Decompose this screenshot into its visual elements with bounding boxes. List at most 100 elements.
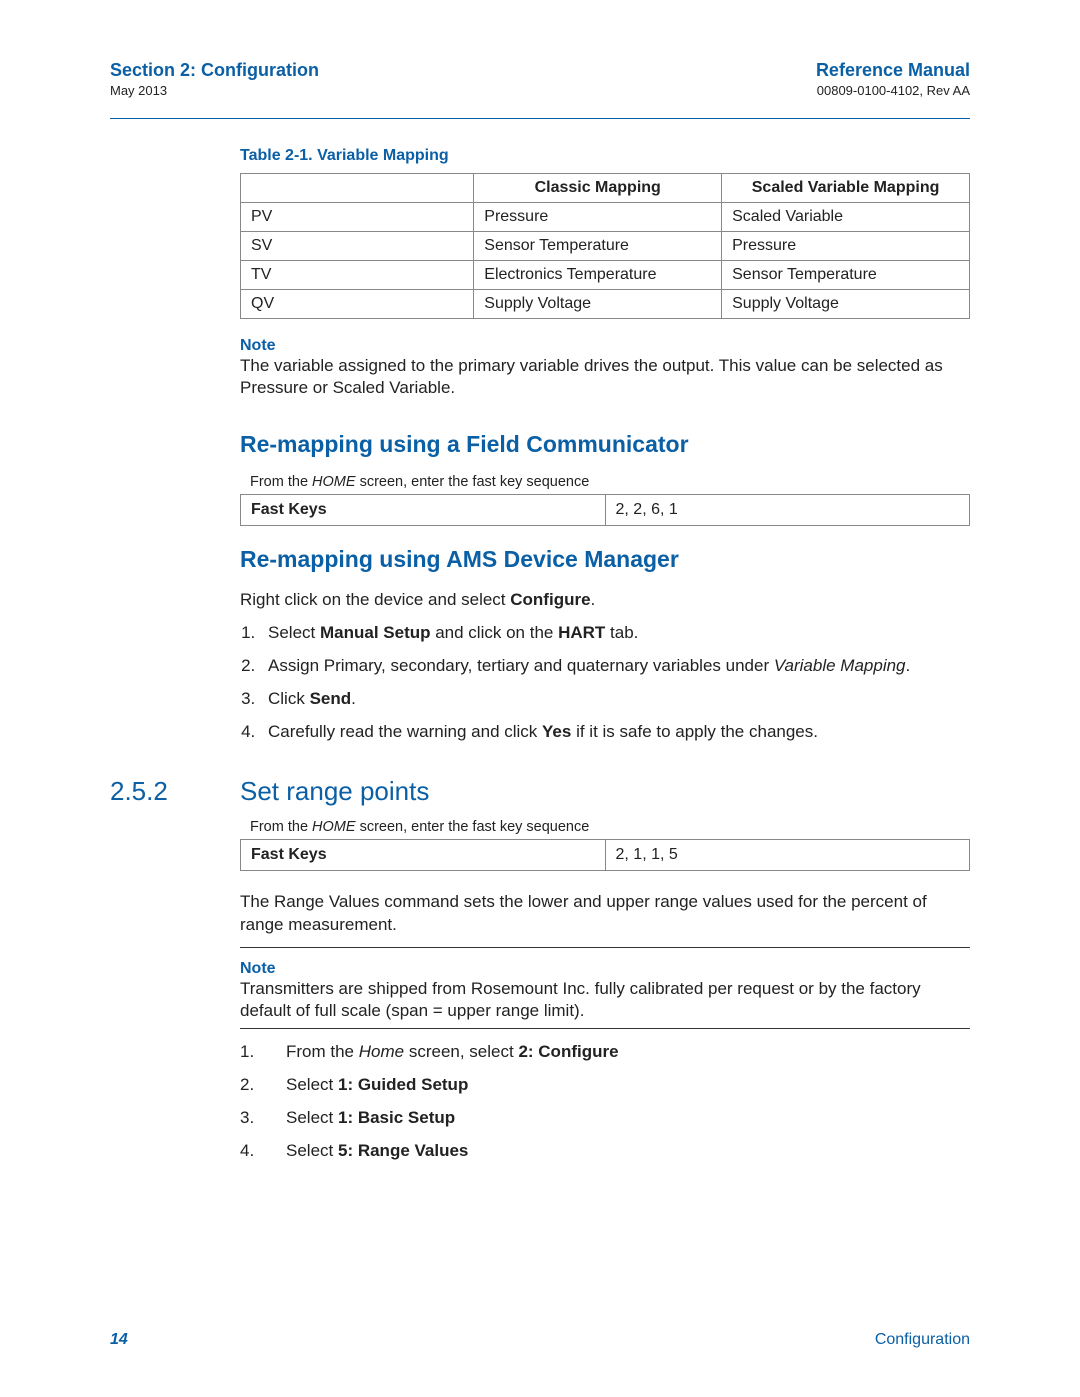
list-item: Select 1: Guided Setup [240,1074,970,1097]
page-header: Section 2: Configuration May 2013 Refere… [110,60,970,98]
text: Assign Primary, secondary, tertiary and … [268,656,774,675]
table-caption: Table 2-1. Variable Mapping [240,147,970,165]
note-bottom-rule [240,1028,970,1029]
note-text: The variable assigned to the primary var… [240,355,970,399]
bold: Send [310,689,352,708]
table-row: QV Supply Voltage Supply Voltage [241,290,970,319]
table-row: SV Sensor Temperature Pressure [241,232,970,261]
header-right: Reference Manual 00809-0100-4102, Rev AA [816,60,970,98]
bold: 1: Basic Setup [338,1108,455,1127]
bold: 5: Range Values [338,1141,468,1160]
page-footer: 14 Configuration [110,1331,970,1349]
text: and click on the [431,623,559,642]
note-label: Note [240,337,970,355]
col-header-blank [241,174,474,203]
home-italic: HOME [312,474,356,490]
text: screen, enter the fast key sequence [356,474,590,490]
text: . [591,590,596,609]
table-row: Fast Keys 2, 2, 6, 1 [241,495,970,526]
text: . [351,689,356,708]
text: tab. [605,623,638,642]
list-item: Select Manual Setup and click on the HAR… [260,622,970,645]
section-2-5-2-heading: 2.5.2 Set range points [110,776,970,807]
text: screen, select [404,1042,518,1061]
ams-steps: Select Manual Setup and click on the HAR… [240,622,970,744]
table-row: Fast Keys 2, 1, 1, 5 [241,839,970,870]
fastkeys-label: Fast Keys [241,839,606,870]
note-label-2: Note [240,960,970,978]
document-number: 00809-0100-4102, Rev AA [816,83,970,98]
cell: Pressure [474,203,722,232]
cell: SV [241,232,474,261]
cell: Sensor Temperature [474,232,722,261]
fastkeys-label: Fast Keys [241,495,606,526]
document-date: May 2013 [110,83,319,98]
bold: 1: Guided Setup [338,1075,468,1094]
text: Select [268,623,320,642]
list-item: Select 5: Range Values [240,1140,970,1163]
content-column-2: From the HOME screen, enter the fast key… [240,819,970,1163]
fastkeys-table-1: Fast Keys 2, 2, 6, 1 [240,494,970,526]
note-top-rule [240,947,970,948]
fastkeys-seq: 2, 2, 6, 1 [605,495,970,526]
italic: Home [359,1042,404,1061]
text: Click [268,689,310,708]
cell: Supply Voltage [474,290,722,319]
list-item: Click Send. [260,688,970,711]
list-item: From the Home screen, select 2: Configur… [240,1041,970,1064]
text: Carefully read the warning and click [268,722,542,741]
range-text: The Range Values command sets the lower … [240,891,970,937]
list-item: Carefully read the warning and click Yes… [260,721,970,744]
text: Select [286,1141,338,1160]
content-column: Table 2-1. Variable Mapping Classic Mapp… [240,147,970,744]
range-steps: From the Home screen, select 2: Configur… [240,1041,970,1163]
text: screen, enter the fast key sequence [356,819,590,835]
ams-intro: Right click on the device and select Con… [240,589,970,612]
list-item: Assign Primary, secondary, tertiary and … [260,655,970,678]
table-header-row: Classic Mapping Scaled Variable Mapping [241,174,970,203]
subhead-field-communicator: Re-mapping using a Field Communicator [240,431,970,458]
cell: Scaled Variable [722,203,970,232]
text: if it is safe to apply the changes. [571,722,818,741]
note-text-2: Transmitters are shipped from Rosemount … [240,978,970,1022]
list-item: Select 1: Basic Setup [240,1107,970,1130]
section-number: 2.5.2 [110,776,240,807]
section-label: Section 2: Configuration [110,60,319,81]
bold: Yes [542,722,571,741]
bold: Configure [510,590,590,609]
cell: QV [241,290,474,319]
bold: Manual Setup [320,623,431,642]
italic: Variable Mapping [774,656,906,675]
col-header-scaled: Scaled Variable Mapping [722,174,970,203]
bold: 2: Configure [518,1042,618,1061]
text: From the [250,819,312,835]
cell: TV [241,261,474,290]
text: Select [286,1108,338,1127]
section-title: Set range points [240,776,429,807]
text: . [906,656,911,675]
footer-section-label: Configuration [875,1331,970,1349]
cell: PV [241,203,474,232]
text: Right click on the device and select [240,590,510,609]
page-number: 14 [110,1331,128,1349]
col-header-classic: Classic Mapping [474,174,722,203]
text: From the [250,474,312,490]
cell: Supply Voltage [722,290,970,319]
table-row: PV Pressure Scaled Variable [241,203,970,232]
fastkeys-seq: 2, 1, 1, 5 [605,839,970,870]
table-row: TV Electronics Temperature Sensor Temper… [241,261,970,290]
text: Select [286,1075,338,1094]
cell: Pressure [722,232,970,261]
cell: Sensor Temperature [722,261,970,290]
fastkey-intro: From the HOME screen, enter the fast key… [250,474,970,490]
header-rule [110,118,970,119]
page: Section 2: Configuration May 2013 Refere… [0,0,1080,1397]
cell: Electronics Temperature [474,261,722,290]
text: From the [286,1042,359,1061]
fastkeys-table-2: Fast Keys 2, 1, 1, 5 [240,839,970,871]
header-left: Section 2: Configuration May 2013 [110,60,319,98]
bold: HART [558,623,605,642]
home-italic: HOME [312,819,356,835]
variable-mapping-table: Classic Mapping Scaled Variable Mapping … [240,173,970,319]
fastkey-intro-2: From the HOME screen, enter the fast key… [250,819,970,835]
